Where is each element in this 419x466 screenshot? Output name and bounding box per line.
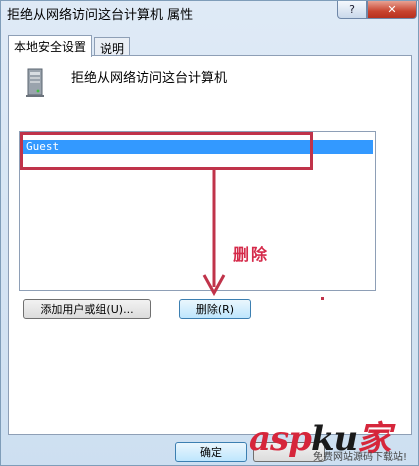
watermark-subtitle: 免费网站源码下载站! [313,452,408,463]
close-icon: ✕ [387,3,397,16]
properties-dialog: 拒绝从网络访问这台计算机 属性 ? ✕ 本地安全设置 说明 拒绝从网络访问这台计… [0,0,419,466]
window-title: 拒绝从网络访问这台计算机 属性 [7,8,194,23]
help-button[interactable]: ? [337,1,367,19]
annotation-delete-label: 删除 [233,245,270,264]
title-bar[interactable]: 拒绝从网络访问这台计算机 属性 ? ✕ [1,1,419,23]
ok-button[interactable]: 确定 [175,442,247,462]
close-button[interactable]: ✕ [367,1,417,19]
annotation-highlight-box [20,132,313,170]
annotation-arrow-icon [202,169,226,297]
tab-explain[interactable]: 说明 [94,37,131,57]
server-icon [26,68,44,97]
annotation-dot [321,297,324,300]
remove-button[interactable]: 删除(R) [179,299,251,319]
add-user-or-group-button[interactable]: 添加用户或组(U)... [23,299,151,319]
watermark-text-a: asp [249,419,312,459]
policy-title: 拒绝从网络访问这台计算机 [71,71,228,86]
help-icon: ? [349,3,355,16]
tab-local-security-setting[interactable]: 本地安全设置 [8,35,93,57]
